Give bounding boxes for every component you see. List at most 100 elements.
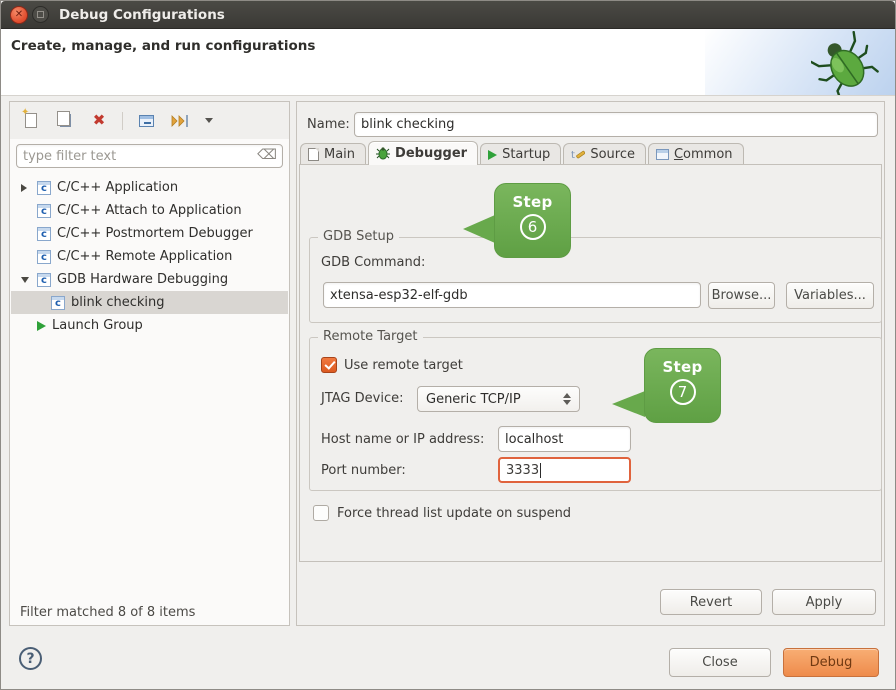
delete-icon: ✖	[93, 113, 106, 128]
launch-group-icon	[37, 321, 46, 331]
expander-collapsed-icon[interactable]	[21, 184, 27, 192]
spinner-icon[interactable]	[563, 393, 571, 405]
window-title: Debug Configurations	[59, 7, 225, 23]
c-application-icon	[37, 204, 51, 218]
window-restore-button[interactable]	[32, 6, 49, 23]
tree-item-label: blink checking	[71, 295, 165, 310]
toolbar-menu-button[interactable]	[203, 110, 215, 132]
filter-status-text: Filter matched 8 of 8 items	[10, 599, 289, 625]
jtag-device-combo[interactable]: Generic TCP/IP	[417, 386, 580, 412]
debug-beetle-icon	[811, 31, 879, 95]
c-application-icon	[37, 181, 51, 195]
duplicate-icon	[60, 114, 71, 127]
text-caret	[540, 463, 541, 478]
debug-configurations-dialog: ✕ Debug Configurations Create, manage, a…	[0, 0, 896, 690]
debugger-bug-icon	[376, 147, 390, 160]
callout-step-text: Step	[645, 358, 720, 376]
collapse-all-icon	[139, 115, 154, 127]
tree-item-launch-group[interactable]: Launch Group	[11, 314, 288, 337]
tab-label: Main	[324, 147, 355, 162]
force-thread-row: Force thread list update on suspend	[313, 505, 571, 521]
tree-item-blink-checking[interactable]: blink checking	[11, 291, 288, 314]
tab-main[interactable]: Main	[300, 143, 366, 165]
delete-configuration-button[interactable]: ✖	[88, 110, 110, 132]
tab-label: Debugger	[395, 146, 467, 161]
variables-button[interactable]: Variables...	[786, 282, 874, 309]
c-application-icon	[37, 273, 51, 287]
browse-button[interactable]: Browse...	[708, 282, 775, 309]
gdb-command-label: GDB Command:	[321, 255, 425, 270]
name-label: Name:	[307, 117, 350, 132]
configurations-tree: C/C++ Application C/C++ Attach to Applic…	[11, 176, 288, 337]
remote-target-group: Remote Target Use remote target JTAG Dev…	[309, 337, 882, 491]
jtag-device-label: JTAG Device:	[321, 391, 403, 406]
gdb-setup-group: GDB Setup GDB Command: Browse... Variabl…	[309, 237, 882, 323]
tree-item-cpp-postmortem[interactable]: C/C++ Postmortem Debugger	[11, 222, 288, 245]
step7-callout: Step 7	[644, 348, 721, 423]
tab-startup[interactable]: Startup	[480, 143, 561, 165]
toolbar-separator	[122, 112, 123, 130]
startup-run-icon	[488, 150, 497, 160]
tree-item-label: C/C++ Postmortem Debugger	[57, 226, 253, 241]
tree-item-cpp-attach[interactable]: C/C++ Attach to Application	[11, 199, 288, 222]
collapse-all-button[interactable]	[135, 110, 157, 132]
tree-item-gdb-hardware-debugging[interactable]: GDB Hardware Debugging	[11, 268, 288, 291]
expander-expanded-icon[interactable]	[21, 277, 29, 283]
step7-callout-tail	[612, 391, 645, 417]
remote-target-title: Remote Target	[318, 329, 423, 344]
configuration-editor: Name: Main Debugger Startup	[296, 101, 885, 626]
apply-button[interactable]: Apply	[772, 589, 876, 615]
configuration-name-input[interactable]	[354, 112, 878, 137]
tree-item-label: C/C++ Application	[57, 180, 178, 195]
new-configuration-button[interactable]	[20, 110, 42, 132]
new-configuration-icon	[25, 113, 37, 128]
tree-item-label: Launch Group	[52, 318, 143, 333]
host-input[interactable]	[498, 426, 631, 452]
tab-common[interactable]: Common	[648, 143, 744, 165]
step6-callout: Step 6	[494, 183, 571, 258]
clear-filter-icon[interactable]: ⌫	[257, 148, 277, 162]
port-value: 3333	[506, 463, 539, 478]
filter-icon	[171, 114, 189, 128]
chevron-down-icon	[205, 118, 213, 123]
tree-item-cpp-remote[interactable]: C/C++ Remote Application	[11, 245, 288, 268]
help-button[interactable]: ?	[19, 647, 42, 670]
filter-box: ⌫	[16, 144, 283, 168]
tree-item-label: GDB Hardware Debugging	[57, 272, 228, 287]
tree-item-cpp-application[interactable]: C/C++ Application	[11, 176, 288, 199]
svg-text:t: t	[571, 150, 575, 161]
port-input[interactable]: 3333	[498, 457, 631, 483]
gdb-setup-title: GDB Setup	[318, 229, 399, 244]
common-tab-icon	[656, 149, 669, 160]
debug-button[interactable]: Debug	[783, 648, 879, 677]
tab-source[interactable]: t Source	[563, 143, 646, 165]
tree-item-label: C/C++ Remote Application	[57, 249, 232, 264]
c-application-icon	[37, 250, 51, 264]
duplicate-configuration-button[interactable]	[54, 110, 76, 132]
banner-title: Create, manage, and run configurations	[11, 38, 315, 54]
editor-tabs: Main Debugger Startup t Source	[300, 141, 746, 165]
tab-debugger[interactable]: Debugger	[368, 141, 478, 165]
configurations-sidebar: ✖ ⌫ C/C++ Application	[9, 101, 290, 626]
window-close-button[interactable]: ✕	[10, 6, 28, 24]
c-application-icon	[51, 296, 65, 310]
gdb-command-input[interactable]	[323, 282, 701, 308]
close-button[interactable]: Close	[669, 648, 771, 677]
force-thread-label: Force thread list update on suspend	[337, 506, 571, 521]
c-application-icon	[37, 227, 51, 241]
sidebar-toolbar: ✖	[10, 102, 289, 139]
source-tab-icon: t	[571, 148, 585, 161]
main-tab-icon	[308, 148, 319, 161]
revert-button[interactable]: Revert	[660, 589, 762, 615]
use-remote-target-checkbox[interactable]	[321, 357, 337, 373]
port-label: Port number:	[321, 463, 406, 478]
window-titlebar: ✕ Debug Configurations	[1, 1, 895, 29]
filter-input[interactable]	[16, 144, 283, 168]
filter-configurations-button[interactable]	[169, 110, 191, 132]
tree-item-label: C/C++ Attach to Application	[57, 203, 242, 218]
callout-step-text: Step	[495, 193, 570, 211]
force-thread-checkbox[interactable]	[313, 505, 329, 521]
tab-label: Source	[590, 147, 635, 162]
callout-step-number: 7	[670, 379, 696, 405]
tab-label: Common	[674, 147, 733, 162]
